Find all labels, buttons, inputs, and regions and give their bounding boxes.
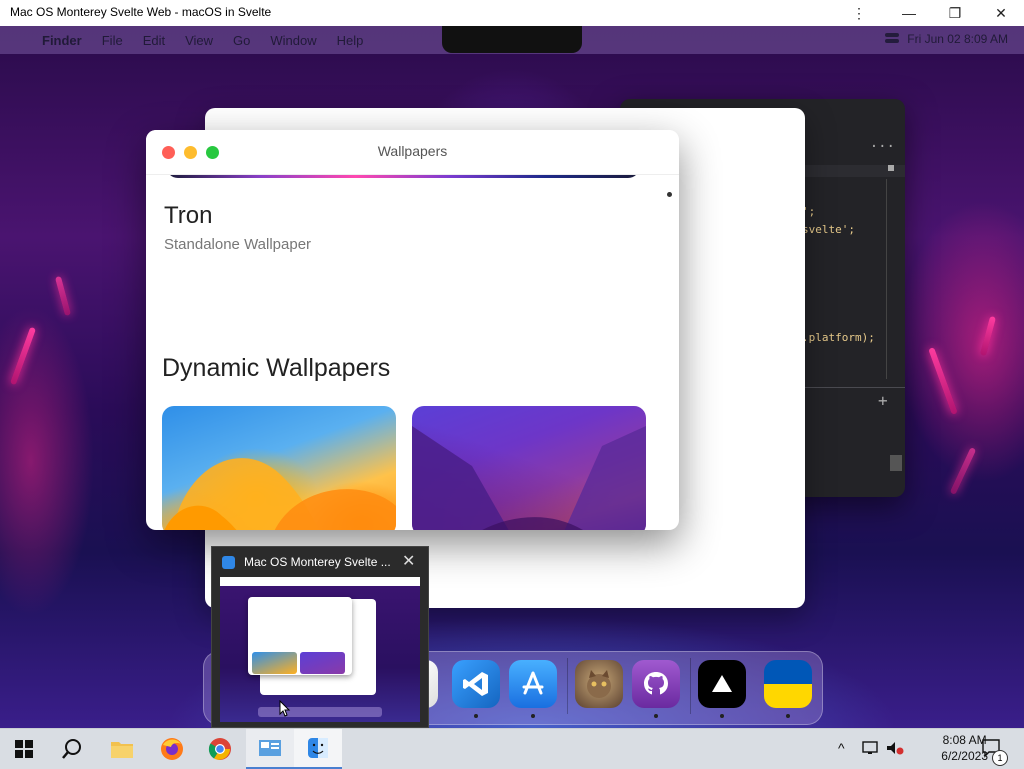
wallpaper-thumbnail-monterey[interactable]	[412, 406, 646, 530]
add-icon[interactable]: +	[878, 391, 888, 410]
browser-menu-button[interactable]: ⋮	[836, 0, 882, 26]
menu-file[interactable]: File	[102, 33, 123, 48]
windows-logo-icon	[15, 740, 33, 758]
notch	[442, 26, 582, 53]
taskbar-firefox[interactable]	[148, 729, 196, 769]
show-hidden-icons-chevron-icon[interactable]: ^	[838, 740, 845, 756]
running-indicator	[720, 714, 724, 718]
wallpaper-name: Tron	[164, 202, 213, 229]
menu-finder[interactable]: Finder	[42, 33, 82, 48]
code-line: svelte';	[802, 223, 855, 236]
taskbar-finder-app[interactable]	[294, 729, 342, 769]
mini-dock	[258, 707, 382, 717]
running-indicator	[786, 714, 790, 718]
wallpaper-thumbnail-ventura[interactable]	[162, 406, 396, 530]
neon-streak	[9, 326, 37, 386]
editor-scroll-marker	[888, 165, 894, 171]
chrome-icon	[208, 738, 231, 760]
dock-github-app[interactable]	[632, 660, 680, 708]
control-panel-icon	[259, 740, 281, 756]
notification-count-badge: 1	[992, 750, 1008, 766]
network-icon[interactable]	[862, 740, 880, 761]
dock-separator	[567, 658, 568, 714]
restore-button[interactable]: ❐	[932, 0, 978, 26]
finder-icon	[308, 738, 328, 758]
dock-cat-app[interactable]	[575, 660, 623, 708]
neon-streak	[928, 347, 958, 415]
code-line: .platform);	[802, 331, 875, 344]
preview-screenshot[interactable]	[220, 577, 420, 722]
cat-avatar-icon	[587, 670, 611, 698]
dock-appstore-app[interactable]	[509, 660, 557, 708]
neon-streak	[54, 275, 72, 317]
menu-help[interactable]: Help	[337, 33, 364, 48]
neon-streak	[979, 315, 997, 357]
taskbar-file-explorer[interactable]	[98, 729, 146, 769]
wallpapers-window[interactable]: Wallpapers Tron Standalone Wallpaper Dyn…	[146, 130, 679, 530]
menu-edit[interactable]: Edit	[143, 33, 165, 48]
preview-title: Mac OS Monterey Svelte ...	[244, 555, 391, 569]
triangle-logo-icon	[712, 675, 732, 692]
mini-thumbnail	[252, 652, 297, 674]
vscode-icon	[463, 672, 488, 696]
menu-view[interactable]: View	[185, 33, 213, 48]
wallpaper-type: Standalone Wallpaper	[164, 236, 312, 253]
running-indicator	[654, 714, 658, 718]
menubar-status-area: Fri Jun 02 8:09 AM	[885, 32, 1008, 46]
ventura-artwork	[164, 458, 396, 530]
folder-icon	[111, 742, 133, 758]
mini-wallpapers-window	[248, 597, 352, 675]
finder-app-icon	[222, 556, 235, 569]
start-button[interactable]	[0, 729, 48, 769]
github-icon	[644, 672, 668, 695]
firefox-icon	[161, 738, 183, 760]
taskbar-control-panel[interactable]	[246, 729, 294, 769]
minimize-button[interactable]: —	[886, 0, 932, 26]
scroll-indicator[interactable]	[667, 192, 672, 197]
dock-vercel-app[interactable]	[698, 660, 746, 708]
dock-ukraine-app[interactable]	[764, 660, 812, 708]
volume-muted-icon[interactable]	[886, 740, 904, 761]
panel-divider	[805, 387, 905, 388]
menu-go[interactable]: Go	[233, 33, 250, 48]
windows-taskbar: ^ 8:08 AM 6/2/2023 1	[0, 728, 1024, 769]
control-center-icon[interactable]	[885, 33, 900, 45]
running-indicator	[474, 714, 478, 718]
terminal-scroll-thumb[interactable]	[890, 455, 902, 471]
running-indicator	[531, 714, 535, 718]
close-button[interactable]: ✕	[978, 0, 1024, 26]
window-titlebar[interactable]: Wallpapers	[146, 130, 679, 175]
mini-thumbnail	[300, 652, 345, 674]
mini-browser-bar	[220, 577, 420, 586]
mouse-cursor-icon	[279, 699, 291, 723]
neon-streak	[949, 447, 977, 495]
monterey-artwork	[412, 426, 646, 530]
section-heading: Dynamic Wallpapers	[162, 354, 391, 382]
system-clock[interactable]: 8:08 AM 6/2/2023	[941, 732, 988, 764]
preview-close-button[interactable]: ✕	[402, 551, 415, 571]
taskbar-window-preview[interactable]: Mac OS Monterey Svelte ... ✕	[211, 546, 429, 728]
dock-vscode-app[interactable]	[452, 660, 500, 708]
clock-date: 6/2/2023	[941, 749, 988, 763]
editor-scrollbar-track	[886, 179, 887, 379]
search-icon	[62, 739, 81, 759]
window-title: Wallpapers	[377, 143, 448, 159]
browser-titlebar: Mac OS Monterey Svelte Web - macOS in Sv…	[0, 0, 1024, 27]
app-store-icon	[522, 671, 544, 695]
more-options-icon[interactable]: ...	[870, 135, 895, 151]
desktop: Finder File Edit View Go Window Help Fri…	[0, 26, 1024, 728]
clock-time: 8:08 AM	[942, 733, 987, 747]
search-button[interactable]	[48, 729, 96, 769]
menubar-clock[interactable]: Fri Jun 02 8:09 AM	[907, 32, 1008, 46]
dock-separator	[690, 658, 691, 714]
taskbar-chrome[interactable]	[196, 729, 244, 769]
browser-window-title: Mac OS Monterey Svelte Web - macOS in Sv…	[10, 5, 272, 19]
menu-window[interactable]: Window	[270, 33, 316, 48]
